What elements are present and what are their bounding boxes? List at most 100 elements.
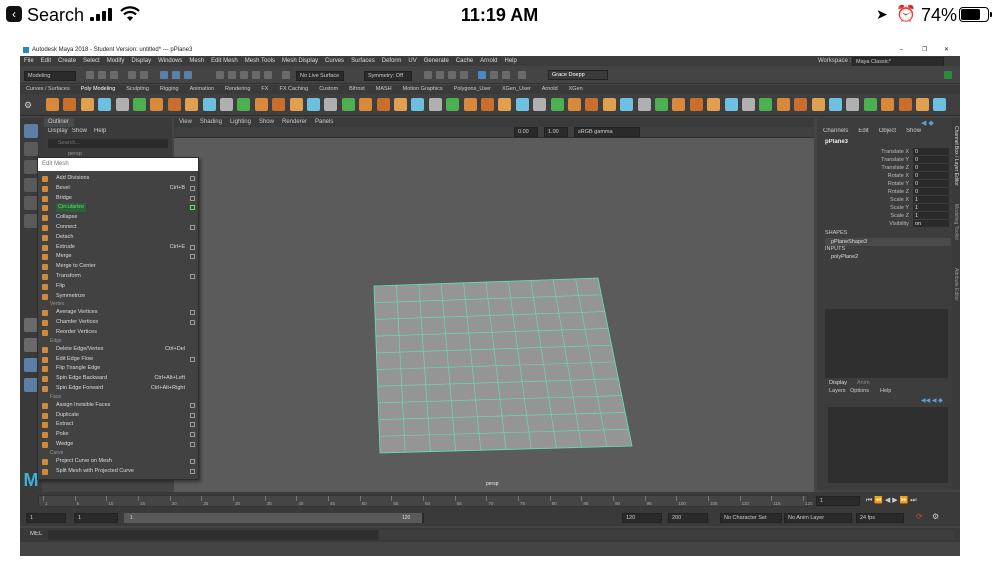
option-box-icon[interactable] [190, 422, 195, 428]
cb-attribute-value[interactable]: 0 [913, 148, 949, 155]
layer-tab-anim[interactable]: Anim [857, 380, 870, 386]
shelf-tab-fx-caching[interactable]: FX Caching [279, 85, 308, 94]
shelf-tool-icon[interactable] [167, 98, 181, 111]
move-tool-icon[interactable] [24, 178, 38, 192]
perspective-viewport[interactable] [174, 138, 814, 494]
shelf-tool-icon[interactable] [689, 98, 703, 111]
select-component-icon[interactable] [184, 71, 192, 79]
new-scene-icon[interactable] [86, 71, 94, 79]
paint-select-icon[interactable] [24, 160, 38, 174]
select-hierarchy-icon[interactable] [160, 71, 168, 79]
option-box-icon[interactable] [190, 412, 195, 418]
menu-create[interactable]: Create [58, 56, 76, 66]
menu-item-average-vertices[interactable]: Average Vertices [38, 308, 198, 317]
shelf-tab-xgen[interactable]: XGen [569, 85, 583, 94]
vp-menu-view[interactable]: View [179, 118, 192, 127]
shelf-tool-icon[interactable] [98, 98, 112, 111]
near-clip-field[interactable]: 0.00 [514, 127, 538, 137]
input-output-icon[interactable] [282, 71, 290, 79]
menu-set-dropdown[interactable]: Modeling [24, 71, 76, 81]
option-box-icon[interactable] [190, 442, 195, 447]
character-set-dropdown[interactable]: No Character Set [720, 513, 782, 523]
menu-arnold[interactable]: Arnold [480, 56, 497, 66]
menu-item-merge-to-center[interactable]: Merge to Center [38, 262, 198, 271]
shelf-tab-motion-graphics[interactable]: Motion Graphics [403, 85, 443, 94]
option-box-icon[interactable] [190, 320, 195, 326]
menu-item-project-curve-on-mesh[interactable]: Project Curve on Mesh [38, 457, 198, 466]
shelf-tool-icon[interactable] [829, 98, 842, 111]
menu-item-split-mesh-with-projected-curve[interactable]: Split Mesh with Projected Curve [38, 467, 198, 476]
menu-item-extrude[interactable]: Extrude Ctrl+E [38, 243, 198, 252]
snap-curve-icon[interactable] [228, 71, 236, 79]
menu-item-bevel[interactable]: Bevel Ctrl+B [38, 184, 198, 193]
shelf-tab-custom[interactable]: Custom [319, 85, 338, 94]
snap-point-icon[interactable] [240, 71, 248, 79]
playback-controls[interactable]: ⏮ ⏪ ◀ ▶ ⏩ ⏭ [866, 496, 917, 505]
menu-modify[interactable]: Modify [107, 56, 125, 66]
menu-item-wedge[interactable]: Wedge [38, 440, 198, 449]
menu-select[interactable]: Select [83, 56, 100, 66]
cb-attribute-row[interactable]: Translate Z 0 [817, 164, 951, 172]
shelf-tool-icon[interactable] [707, 98, 721, 111]
auto-key-icon[interactable]: ⟳ [916, 512, 923, 521]
shelf-tool-icon[interactable] [394, 98, 407, 111]
shelf-tool-icon[interactable] [759, 98, 773, 111]
option-box-icon[interactable] [190, 274, 195, 279]
lasso-tool-icon[interactable] [24, 142, 38, 156]
shelf-tool-icon[interactable] [637, 98, 651, 111]
shelf-tab-curves-surfaces[interactable]: Curves / Surfaces [26, 85, 70, 94]
menu-item-spin-edge-backward[interactable]: Spin Edge Backward Ctrl+Alt+Left [38, 374, 198, 383]
render-settings-icon[interactable] [448, 71, 456, 79]
shelf-tool-icon[interactable] [376, 98, 390, 111]
layer-menu-help[interactable]: Help [880, 388, 891, 394]
menu-curves[interactable]: Curves [325, 56, 344, 66]
shelf-tool-icon[interactable] [359, 98, 373, 111]
cb-attribute-row[interactable]: Scale Y 1 [817, 204, 951, 212]
menu-item-spin-edge-forward[interactable]: Spin Edge Forward Ctrl+Alt+Right [38, 384, 198, 393]
layer-create-icons[interactable]: ◀◀ ◀ ◆ [921, 397, 943, 404]
shelf-tool-icon[interactable] [916, 98, 929, 111]
minimize-button[interactable]: – [900, 44, 903, 56]
cb-attribute-row[interactable]: Translate X 0 [817, 148, 951, 156]
cb-attribute-value[interactable]: 1 [913, 212, 949, 219]
vp-menu-renderer[interactable]: Renderer [282, 118, 307, 127]
snap-grid-icon[interactable] [216, 71, 224, 79]
outliner-search-input[interactable]: Search... [48, 139, 168, 148]
undo-icon[interactable] [128, 71, 136, 79]
current-frame-field[interactable]: 1 [816, 496, 860, 506]
option-box-icon[interactable] [190, 468, 195, 474]
option-box-icon[interactable] [190, 195, 195, 201]
menu-item-chamfer-vertices[interactable]: Chamfer Vertices [38, 318, 198, 327]
menu-item-symmetrize[interactable]: Symmetrize [38, 292, 198, 301]
anim-prefs-icon[interactable]: ⚙ [932, 512, 939, 521]
option-box-icon[interactable] [190, 310, 195, 316]
shelf-tab-animation[interactable]: Animation [190, 85, 214, 94]
menu-edit[interactable]: Edit [41, 56, 51, 66]
cb-input-item[interactable]: polyPlane2 [831, 254, 858, 260]
shelf-tool-icon[interactable] [794, 98, 808, 111]
shelf-tab-rendering[interactable]: Rendering [225, 85, 250, 94]
shelf-tool-icon[interactable] [498, 98, 512, 111]
save-scene-icon[interactable] [110, 71, 118, 79]
shelf-tool-icon[interactable] [446, 98, 460, 111]
option-box-icon[interactable] [190, 176, 195, 181]
range-bar-handle[interactable]: 1 [124, 513, 422, 523]
cb-attribute-row[interactable]: Rotate X 0 [817, 172, 951, 180]
persp-graph-icon[interactable] [24, 378, 38, 392]
shelf-tool-icon[interactable] [585, 98, 599, 111]
cb-attribute-value[interactable]: 1 [913, 204, 949, 211]
cb-attribute-value[interactable]: 0 [913, 172, 949, 179]
redo-icon[interactable] [140, 71, 148, 79]
shelf-tab-poly-modeling[interactable]: Poly Modeling [81, 85, 116, 94]
cb-menu-edit[interactable]: Edit [858, 128, 868, 134]
side-tab-attribute-editor[interactable]: Attribute Editor [953, 268, 959, 301]
shelf-tab-sculpting[interactable]: Sculpting [126, 85, 149, 94]
shelf-tab-polygons-user[interactable]: Polygons_User [454, 85, 491, 94]
menu-uv[interactable]: UV [408, 56, 416, 66]
four-view-icon[interactable] [24, 338, 38, 352]
shelf-tool-icon[interactable] [411, 98, 425, 111]
rotate-tool-icon[interactable] [24, 196, 38, 210]
option-box-icon[interactable] [190, 254, 195, 260]
shelf-tab-rigging[interactable]: Rigging [160, 85, 179, 94]
option-box-icon[interactable] [190, 458, 195, 464]
